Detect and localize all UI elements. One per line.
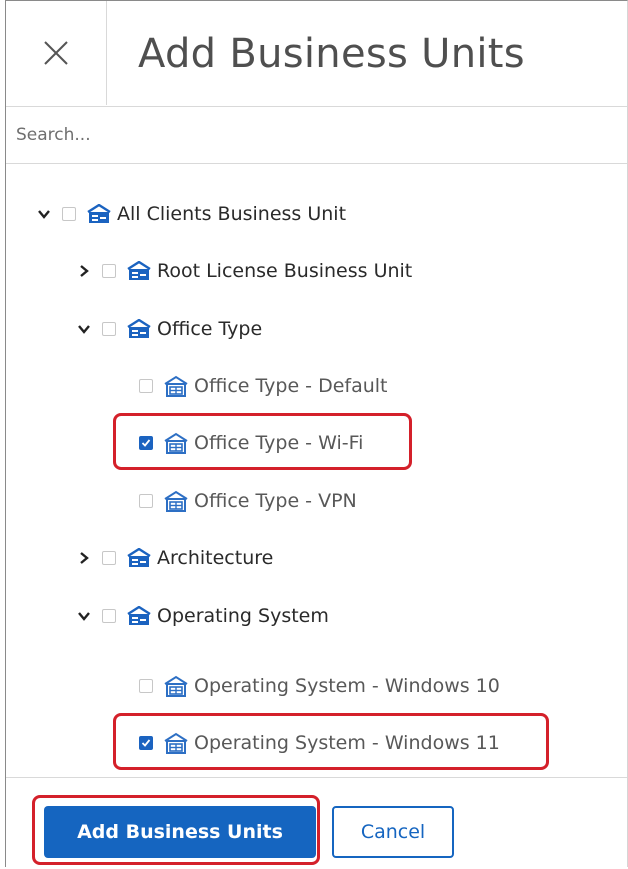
checkbox[interactable] — [139, 379, 153, 393]
chevron-down-icon[interactable] — [34, 204, 54, 224]
search-input[interactable] — [16, 119, 606, 151]
chevron-right-icon[interactable] — [74, 548, 94, 568]
tree-node-root-license[interactable]: Root License Business Unit — [74, 255, 412, 287]
business-unit-icon — [126, 318, 154, 340]
tree-node-architecture[interactable]: Architecture — [74, 542, 273, 574]
building-icon — [163, 375, 191, 397]
highlight-box-add-button — [32, 795, 320, 865]
tree-node-label: Root License Business Unit — [157, 260, 413, 282]
tree-node-office-type[interactable]: Office Type — [74, 313, 262, 345]
search-bar — [6, 107, 627, 164]
business-unit-icon — [126, 605, 154, 627]
chevron-down-icon[interactable] — [74, 319, 94, 339]
tree-node-label: Office Type - Default — [194, 375, 388, 397]
tree-node-label: Office Type - VPN — [194, 490, 357, 512]
checkbox[interactable] — [62, 207, 76, 221]
tree-node-label: Operating System — [157, 605, 329, 627]
tree-node-all-clients[interactable]: All Clients Business Unit — [34, 198, 346, 230]
dialog-header: Add Business Units — [6, 1, 627, 107]
tree-node-office-type-vpn[interactable]: Office Type - VPN — [139, 485, 357, 517]
tree-node-label: Operating System - Windows 10 — [194, 675, 500, 697]
close-button[interactable] — [6, 1, 107, 105]
checkbox[interactable] — [102, 264, 116, 278]
tree-node-label: Office Type — [157, 318, 263, 340]
building-icon — [163, 490, 191, 512]
tree-node-label: Architecture — [157, 547, 274, 569]
cancel-button[interactable]: Cancel — [332, 806, 454, 858]
business-unit-icon — [126, 547, 154, 569]
checkbox[interactable] — [102, 609, 116, 623]
tree-node-label: All Clients Business Unit — [117, 203, 347, 225]
highlight-box-windows-11 — [113, 713, 549, 770]
checkbox[interactable] — [139, 679, 153, 693]
checkbox[interactable] — [102, 551, 116, 565]
tree-node-os-windows-10[interactable]: Operating System - Windows 10 — [139, 670, 500, 702]
checkbox[interactable] — [102, 322, 116, 336]
chevron-right-icon[interactable] — [74, 261, 94, 281]
building-icon — [163, 675, 191, 697]
business-unit-icon — [86, 203, 114, 225]
chevron-down-icon[interactable] — [74, 606, 94, 626]
business-unit-icon — [126, 260, 154, 282]
dialog-title: Add Business Units — [138, 31, 525, 77]
highlight-box-wifi — [113, 413, 412, 470]
tree-node-office-type-default[interactable]: Office Type - Default — [139, 370, 388, 402]
tree-node-operating-system[interactable]: Operating System — [74, 600, 329, 632]
close-icon[interactable] — [43, 40, 69, 66]
checkbox[interactable] — [139, 494, 153, 508]
